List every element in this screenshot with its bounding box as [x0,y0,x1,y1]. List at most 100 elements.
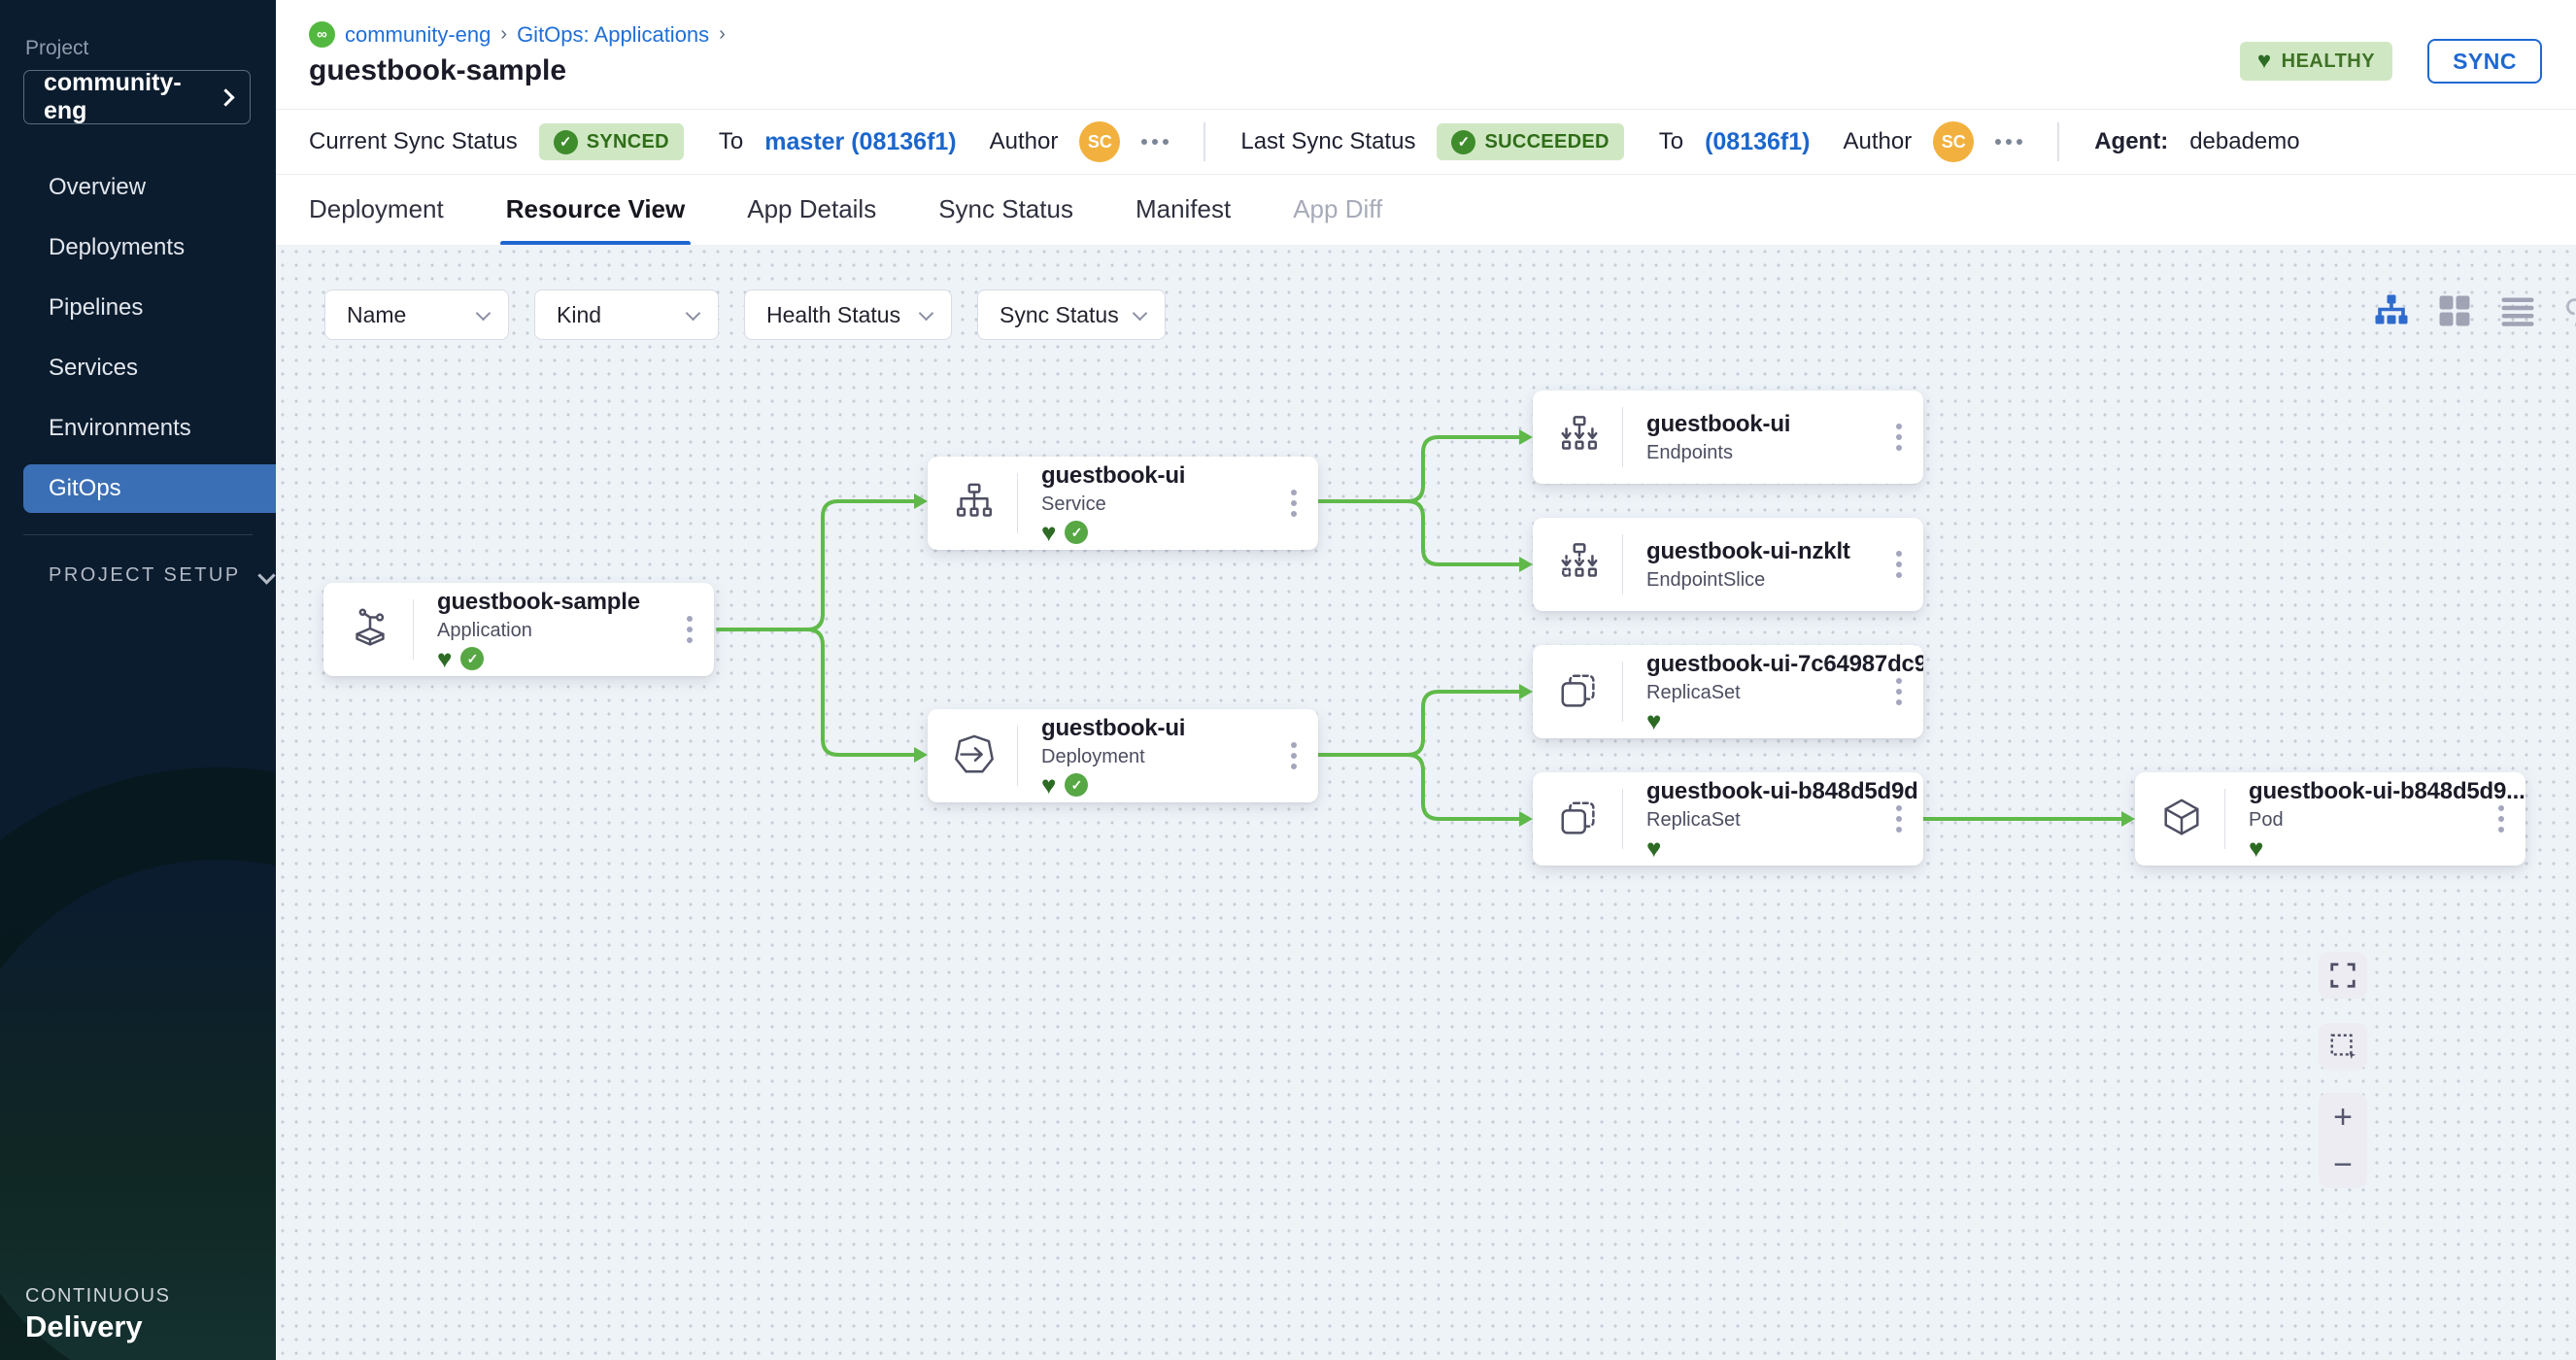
node-kind: ReplicaSet [1646,809,1923,832]
node-divider [2224,789,2225,849]
resource-node-replicaset-2[interactable]: guestbook-ui-b848d5d9dReplicaSet♥ [1533,772,1923,866]
tree-view-icon[interactable] [2374,293,2409,333]
resource-node-deployment[interactable]: guestbook-uiDeployment♥✓ [928,709,1318,802]
last-sync-status-label: Last Sync Status [1240,128,1415,155]
tab-resource-view[interactable]: Resource View [506,194,686,246]
node-name: guestbook-ui-7c64987dc9 [1646,651,1923,678]
to-label: To [719,128,743,155]
health-badge-label: HEALTHY [2282,51,2375,73]
sync-button[interactable]: SYNC [2427,39,2542,84]
ellipsis-icon[interactable] [1995,139,2022,145]
tab-sync-status[interactable]: Sync Status [938,194,1073,246]
node-text: guestbook-uiService♥✓ [1041,462,1318,544]
main-panel: ∞ community-eng›GitOps: Applications› gu… [276,0,2576,1360]
node-status: ♥ [1646,709,1923,732]
node-status: ♥✓ [1041,773,1318,797]
agent-label: Agent: [2094,128,2168,155]
node-menu-icon[interactable] [681,610,698,649]
project-selector[interactable]: community-eng [23,70,251,124]
zoom-out-button[interactable]: − [2333,1150,2353,1179]
list-view-icon[interactable] [2500,294,2535,332]
author-avatar[interactable]: SC [1933,121,1974,162]
node-name: guestbook-ui-b848d5d9d [1646,778,1923,805]
selection-zoom-button[interactable] [2319,1023,2367,1070]
grid-view-icon[interactable] [2438,294,2471,332]
node-divider [1622,662,1623,722]
sidebar-item-services[interactable]: Services [0,338,276,398]
current-revision-link[interactable]: master (08136f1) [764,128,956,156]
divider [2057,122,2059,161]
sidebar-item-deployments[interactable]: Deployments [0,218,276,278]
node-name: guestbook-ui [1041,462,1318,490]
filter-health-status[interactable]: Health Status [744,289,952,340]
last-revision-link[interactable]: (08136f1) [1705,128,1810,156]
synced-check-icon: ✓ [460,647,484,670]
endpointslice-icon [1556,542,1603,587]
resource-graph-canvas[interactable]: Name Kind Health Status Sync Status guestbo… [276,245,2576,1360]
node-kind: Pod [2249,809,2525,832]
sidebar-item-pipelines[interactable]: Pipelines [0,278,276,338]
filter-kind[interactable]: Kind [534,289,719,340]
breadcrumb-link[interactable]: community-eng [345,22,491,48]
node-divider [1622,534,1623,595]
resource-node-replicaset-1[interactable]: guestbook-ui-7c64987dc9ReplicaSet♥ [1533,645,1923,738]
node-divider [1017,726,1018,786]
filter-sync-status[interactable]: Sync Status [977,289,1166,340]
filter-label: Name [347,302,406,328]
author-avatar[interactable]: SC [1079,121,1120,162]
fit-view-button[interactable] [2319,952,2367,999]
node-text: guestbook-ui-b848d5d9dReplicaSet♥ [1646,778,1923,860]
resource-node-application[interactable]: guestbook-sampleApplication♥✓ [323,583,714,676]
node-menu-icon[interactable] [1890,672,1908,711]
to-label: To [1659,128,1683,155]
tab-app-details[interactable]: App Details [747,194,876,246]
node-divider [1017,473,1018,533]
sidebar: Project community-eng OverviewDeployment… [0,0,276,1360]
node-menu-icon[interactable] [1890,418,1908,457]
zoom-in-button[interactable]: + [2333,1103,2353,1132]
node-menu-icon[interactable] [2492,799,2510,838]
synced-badge: ✓ SYNCED [539,123,684,160]
resource-node-service[interactable]: guestbook-uiService♥✓ [928,457,1318,550]
replicaset-icon [1556,669,1603,714]
tab-manifest[interactable]: Manifest [1135,194,1231,246]
header-actions: ♥ HEALTHY SYNC [2240,39,2559,84]
node-divider [413,599,414,660]
node-menu-icon[interactable] [1890,799,1908,838]
breadcrumb-separator: › [500,23,507,46]
node-text: guestbook-ui-nzkltEndpointSlice [1646,538,1923,592]
node-menu-icon[interactable] [1285,484,1303,523]
health-status-badge[interactable]: ♥ HEALTHY [2240,42,2392,81]
page-header: ∞ community-eng›GitOps: Applications› gu… [276,0,2576,109]
cloud-view-icon[interactable] [2564,291,2576,335]
healthy-heart-icon: ♥ [1041,522,1056,543]
healthy-heart-icon: ♥ [1646,710,1661,731]
node-status: ♥ [2249,836,2525,860]
node-text: guestbook-ui-7c64987dc9ReplicaSet♥ [1646,651,1923,732]
check-circle-icon: ✓ [554,130,578,154]
node-menu-icon[interactable] [1285,736,1303,775]
breadcrumb-link[interactable]: GitOps: Applications [517,22,709,48]
current-sync-status-label: Current Sync Status [309,128,518,155]
filter-name[interactable]: Name [324,289,509,340]
project-name: community-eng [44,69,220,125]
node-menu-icon[interactable] [1890,545,1908,584]
sidebar-item-environments[interactable]: Environments [0,398,276,459]
ellipsis-icon[interactable] [1141,139,1169,145]
project-setup-toggle[interactable]: PROJECT SETUP [49,564,276,587]
node-kind: Service [1041,493,1318,516]
chevron-down-icon [476,305,491,321]
resource-node-pod[interactable]: guestbook-ui-b848d5d9...Pod♥ [2135,772,2525,866]
node-kind: Deployment [1041,746,1318,768]
sidebar-item-gitops[interactable]: GitOps [23,464,276,513]
tab-app-diff: App Diff [1293,194,1382,246]
synced-badge-label: SYNCED [587,131,669,153]
resource-node-endpointslice[interactable]: guestbook-ui-nzkltEndpointSlice [1533,518,1923,611]
filter-label: Sync Status [1000,302,1119,328]
brand-bottom-label: Delivery [25,1309,170,1344]
sidebar-item-overview[interactable]: Overview [0,157,276,218]
module-brand: CONTINUOUS Delivery [25,1285,170,1344]
page-title: guestbook-sample [309,54,566,87]
tab-deployment[interactable]: Deployment [309,194,444,246]
resource-node-endpoints[interactable]: guestbook-uiEndpoints [1533,391,1923,484]
